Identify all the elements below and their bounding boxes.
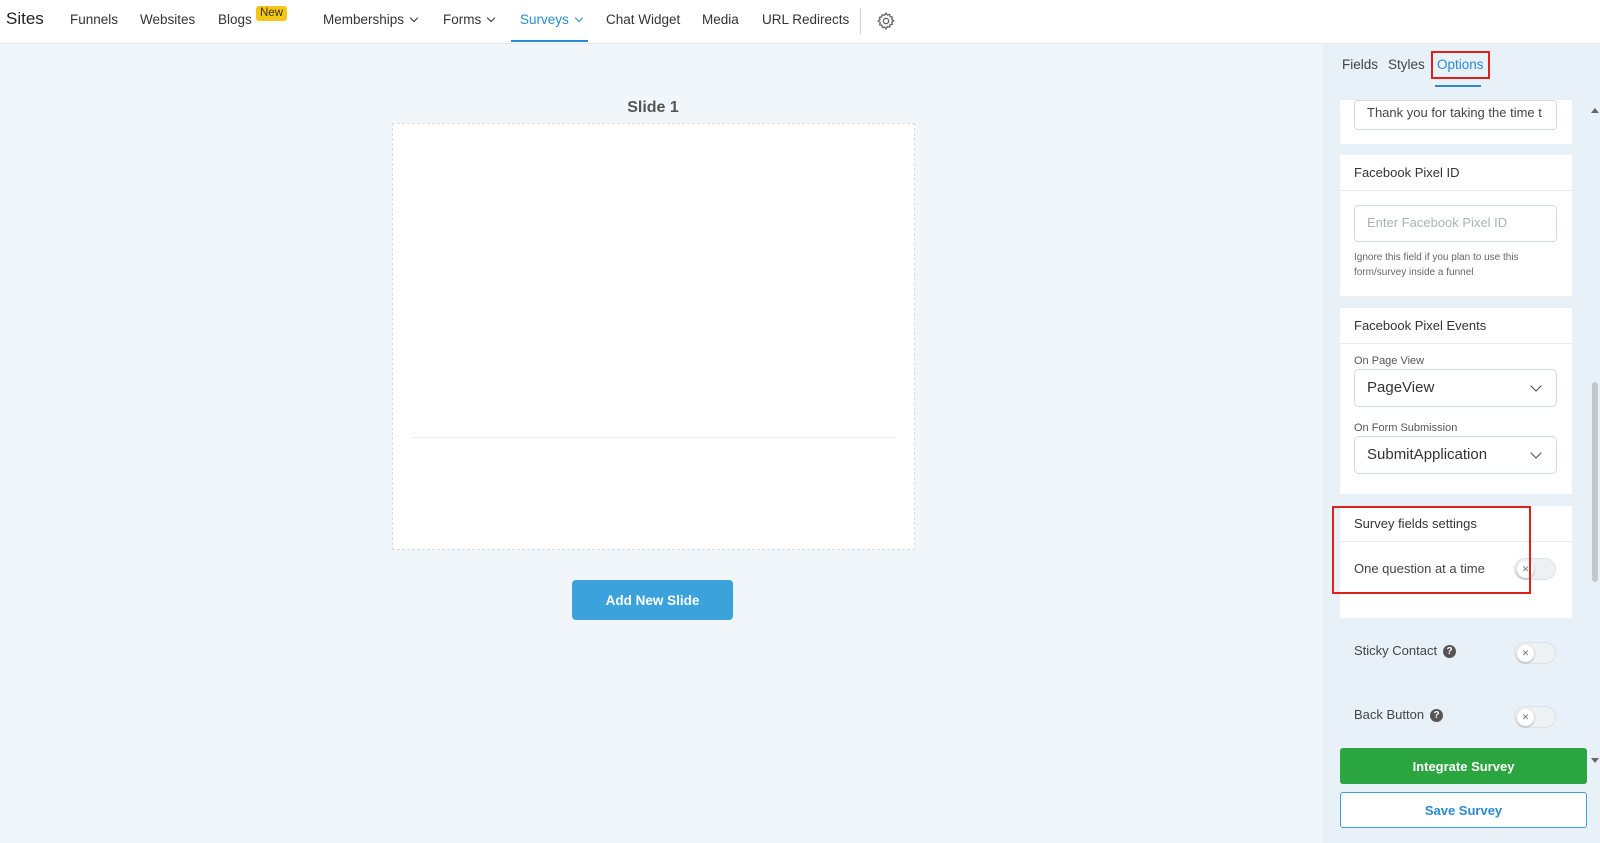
nav-websites[interactable]: Websites [140,12,195,27]
scroll-thumb[interactable] [1592,382,1598,582]
sticky-contact-toggle[interactable]: ✕ [1514,642,1556,664]
facebook-pixel-id-card: Facebook Pixel ID Enter Facebook Pixel I… [1340,155,1572,296]
add-new-slide-button[interactable]: Add New Slide [572,580,733,620]
scroll-up-arrow-icon[interactable] [1591,108,1599,113]
top-nav: Sites Funnels Websites Blogs New Members… [0,0,1600,44]
nav-url-redirects[interactable]: URL Redirects [762,12,849,27]
help-icon[interactable]: ? [1430,709,1444,722]
chevron-down-icon [1530,447,1542,459]
panel-scrollbar[interactable] [1590,104,1600,843]
facebook-pixel-events-title: Facebook Pixel Events [1340,308,1572,344]
back-button-label: Back Button? [1354,707,1444,723]
chevron-down-icon [409,13,419,23]
sticky-contact-label: Sticky Contact? [1354,643,1457,659]
back-button-toggle[interactable]: ✕ [1514,706,1556,728]
thank-you-message-input[interactable]: Thank you for taking the time t [1354,100,1557,130]
slide-title: Slide 1 [627,99,679,116]
scroll-down-arrow-icon[interactable] [1591,758,1599,763]
nav-forms[interactable]: Forms [443,12,496,27]
chevron-down-icon [574,13,584,23]
on-page-view-label: On Page View [1354,355,1425,367]
on-form-submission-select[interactable]: SubmitApplication [1354,436,1557,474]
facebook-pixel-id-title: Facebook Pixel ID [1340,155,1572,191]
integrate-survey-button[interactable]: Integrate Survey [1340,748,1587,784]
save-survey-button[interactable]: Save Survey [1340,792,1587,828]
slide-canvas[interactable] [392,123,915,550]
facebook-pixel-id-hint: Ignore this field if you plan to use thi… [1354,252,1519,278]
close-icon: ✕ [1517,709,1534,726]
new-badge: New [256,6,288,21]
tab-styles[interactable]: Styles [1388,57,1425,72]
panel-tabs: Fields Styles Options [1323,44,1600,88]
nav-blogs[interactable]: Blogs [218,12,252,27]
facebook-pixel-id-input[interactable]: Enter Facebook Pixel ID [1354,205,1557,242]
on-page-view-select[interactable]: PageView [1354,369,1557,407]
options-highlight-box [1431,51,1490,79]
gear-icon[interactable] [876,11,896,31]
help-icon[interactable]: ? [1443,645,1457,658]
chevron-down-icon [1530,380,1542,392]
thank-you-card: Thank you for taking the time t [1340,100,1572,144]
active-tab-underline [511,40,588,42]
slide-divider [412,437,895,438]
tab-underline [1435,85,1481,87]
facebook-pixel-events-card: Facebook Pixel Events On Page View PageV… [1340,308,1572,494]
nav-funnels[interactable]: Funnels [70,12,118,27]
nav-memberships[interactable]: Memberships [323,12,419,27]
on-form-submission-label: On Form Submission [1354,422,1458,434]
survey-settings-highlight-box [1332,506,1531,594]
close-icon: ✕ [1517,645,1534,662]
tab-fields[interactable]: Fields [1342,57,1378,72]
chevron-down-icon [487,13,496,23]
options-panel: Fields Styles Options Thank you for taki… [1323,44,1600,843]
nav-chat-widget[interactable]: Chat Widget [606,12,680,27]
brand-title: Sites [6,9,44,28]
nav-surveys[interactable]: Surveys [520,12,584,27]
nav-divider [860,8,861,34]
nav-media[interactable]: Media [702,12,739,27]
